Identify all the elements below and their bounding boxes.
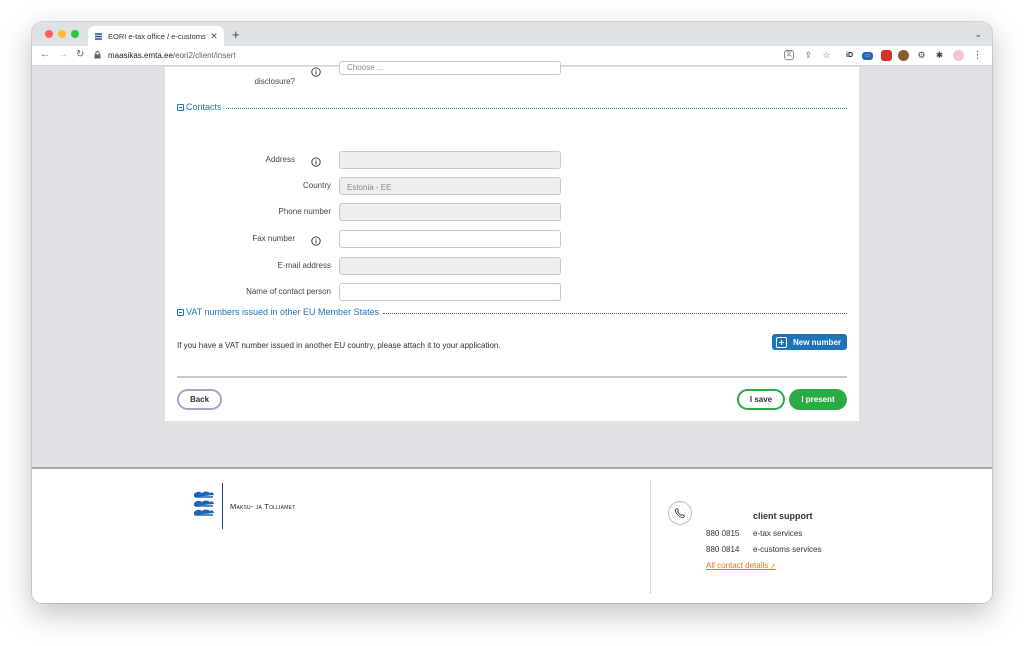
back-arrow-icon[interactable]: ←: [40, 49, 50, 60]
email-row: E-mail address: [165, 257, 859, 277]
extension-badge-icon[interactable]: ▭: [862, 52, 873, 60]
cookie-icon[interactable]: [898, 50, 909, 61]
lock-icon: [94, 50, 104, 61]
form-divider: [177, 376, 847, 378]
footer: Maksu- ja Tolliamet client support 880 0…: [32, 467, 992, 603]
translate-icon[interactable]: 文: [784, 50, 794, 60]
support-desc: e-customs services: [753, 545, 822, 554]
support-title: client support: [753, 511, 813, 521]
vat-title: VAT numbers issued in other EU Member St…: [186, 307, 380, 317]
phone-row: Phone number: [165, 203, 859, 223]
external-link-icon: ↗: [770, 564, 776, 570]
emta-favicon-icon: [94, 31, 103, 41]
profile-avatar[interactable]: [953, 50, 964, 61]
logo-separator: [222, 483, 223, 529]
disclosure-label: disclosure?: [254, 77, 295, 86]
new-tab-button[interactable]: +: [232, 27, 240, 42]
url-path: /eori2/client/insert: [172, 51, 236, 60]
back-button[interactable]: Back: [177, 389, 222, 410]
contacts-section-header[interactable]: Contacts: [177, 102, 847, 112]
url-host: maasikas.emta.ee: [108, 51, 173, 60]
new-number-button[interactable]: New number: [772, 334, 847, 350]
form-card: Choose ... disclosure? Contacts Address …: [165, 61, 859, 421]
phone-field[interactable]: [339, 203, 561, 221]
extension-red-icon[interactable]: [881, 50, 892, 61]
country-field[interactable]: Estonia - EE: [339, 177, 561, 195]
phone-icon: [668, 501, 692, 525]
fax-label: Fax number: [252, 234, 295, 243]
address-row: Address: [165, 151, 859, 171]
collapse-icon: [177, 308, 184, 316]
new-number-label: New number: [793, 337, 842, 347]
minimize-window-button[interactable]: [58, 30, 66, 38]
footer-divider: [650, 481, 651, 593]
close-window-button[interactable]: [45, 30, 53, 38]
browser-tab[interactable]: EORI e-tax office / e-customs ✕: [88, 26, 224, 46]
close-icon[interactable]: ✕: [208, 31, 220, 42]
chevron-down-icon[interactable]: ⌄: [974, 29, 982, 40]
tab-strip: EORI e-tax office / e-customs ✕ + ⌄: [32, 22, 992, 46]
section-divider: [383, 312, 847, 314]
share-icon[interactable]: ⇪: [803, 50, 814, 61]
forward-arrow-icon[interactable]: →: [58, 49, 68, 60]
vat-section-header[interactable]: VAT numbers issued in other EU Member St…: [177, 307, 847, 317]
plus-icon: [776, 336, 787, 348]
contact-person-field[interactable]: [339, 283, 561, 301]
page-content: Choose ... disclosure? Contacts Address …: [32, 61, 992, 603]
fax-row: Fax number: [165, 230, 859, 250]
kebab-menu-icon[interactable]: ⋮: [972, 50, 983, 61]
org-name: Maksu- ja Tolliamet: [230, 502, 296, 511]
email-label: E-mail address: [277, 261, 331, 270]
contact-link-label: All contact details: [706, 561, 769, 570]
contact-person-label: Name of contact person: [246, 287, 331, 296]
bookmark-star-icon[interactable]: ☆: [821, 50, 832, 61]
address-label: Address: [265, 155, 295, 164]
collapse-icon: [177, 103, 184, 111]
gear-extension-icon[interactable]: ⚙: [916, 50, 927, 61]
puzzle-icon[interactable]: ✱: [934, 50, 945, 61]
emta-lions-logo-icon: [192, 489, 216, 521]
contact-person-row: Name of contact person: [165, 283, 859, 303]
info-icon[interactable]: [311, 233, 321, 246]
tab-title: EORI e-tax office / e-customs: [108, 31, 206, 41]
extension-id-icon[interactable]: iD: [844, 50, 855, 61]
address-field[interactable]: [339, 151, 561, 169]
support-desc: e-tax services: [753, 529, 803, 538]
support-number: 880 0814: [706, 545, 740, 554]
maximize-window-button[interactable]: [71, 30, 79, 38]
fax-field[interactable]: [339, 230, 561, 248]
info-icon[interactable]: [311, 154, 321, 167]
phone-label: Phone number: [278, 207, 331, 216]
support-number: 880 0815: [706, 529, 740, 538]
email-field[interactable]: [339, 257, 561, 275]
section-divider: [225, 107, 847, 109]
browser-window: EORI e-tax office / e-customs ✕ + ⌄ ← → …: [32, 22, 992, 603]
vat-note: If you have a VAT number issued in anoth…: [177, 341, 501, 350]
save-button[interactable]: I save: [737, 389, 785, 410]
reload-icon[interactable]: ↻: [76, 49, 84, 60]
disclosure-select[interactable]: Choose ...: [339, 61, 561, 75]
country-label: Country: [302, 181, 331, 190]
present-button[interactable]: I present: [789, 389, 847, 410]
info-icon[interactable]: [311, 64, 321, 77]
contacts-title: Contacts: [186, 102, 222, 112]
all-contact-details-link[interactable]: All contact details ↗: [706, 561, 776, 570]
country-row: Country Estonia - EE: [165, 177, 859, 197]
